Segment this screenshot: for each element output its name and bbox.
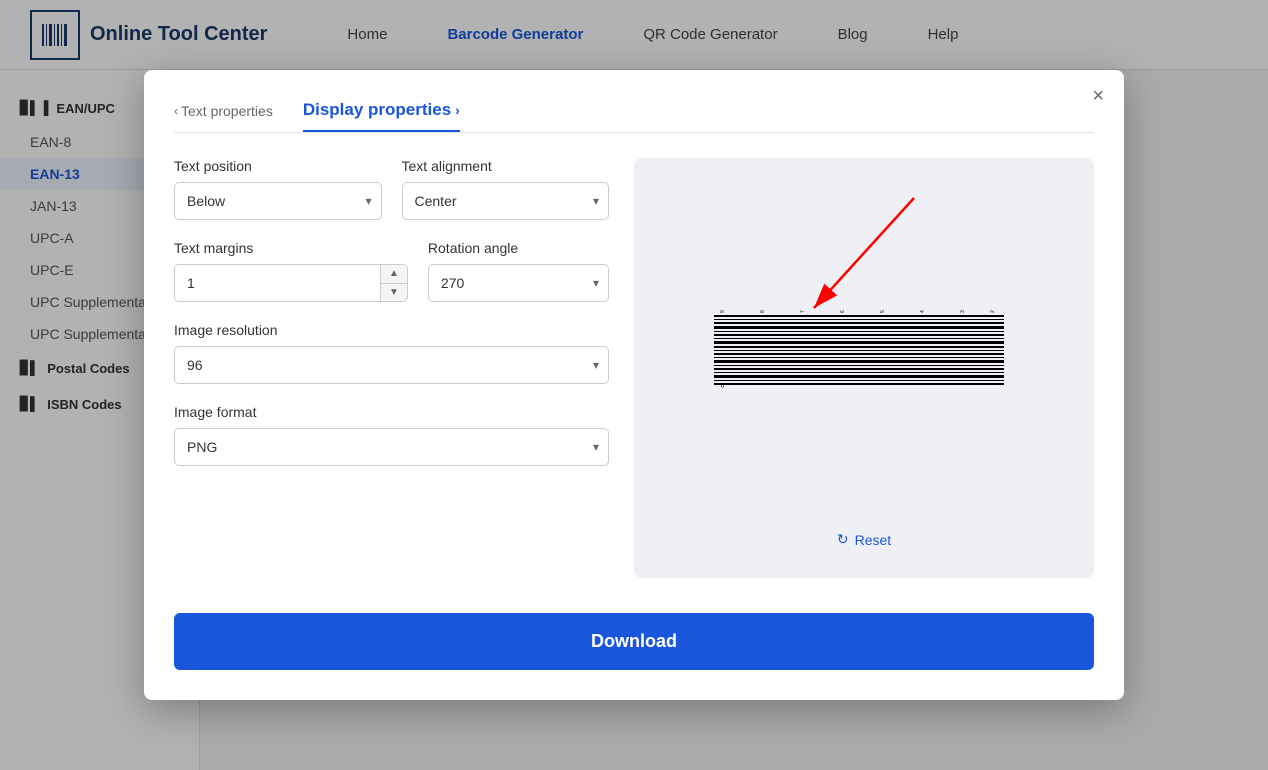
image-resolution-wrapper: 72 96 150 300 ▾ bbox=[174, 346, 609, 384]
form-area: Text position Below Above None ▾ Text al… bbox=[174, 158, 609, 578]
rotation-angle-select[interactable]: 0 90 180 270 bbox=[428, 264, 609, 302]
modal-close-button[interactable]: × bbox=[1092, 85, 1104, 108]
text-alignment-wrapper: Center Left Right ▾ bbox=[402, 182, 610, 220]
rotation-angle-label: Rotation angle bbox=[428, 240, 609, 256]
text-margins-input[interactable] bbox=[175, 265, 380, 301]
image-format-select[interactable]: PNG JPG SVG PDF bbox=[174, 428, 609, 466]
svg-text:2: 2 bbox=[990, 310, 996, 313]
tab-text-properties[interactable]: ‹ Text properties bbox=[174, 103, 273, 129]
reset-button[interactable]: ↻ Reset bbox=[837, 521, 891, 558]
text-alignment-label: Text alignment bbox=[402, 158, 610, 174]
form-group-text-alignment: Text alignment Center Left Right ▾ bbox=[402, 158, 610, 220]
svg-text:4: 4 bbox=[920, 310, 926, 313]
text-margins-spinner: ▲ ▼ bbox=[174, 264, 408, 302]
background-page: Online Tool Center Home Barcode Generato… bbox=[0, 0, 1268, 770]
form-group-image-format: Image format PNG JPG SVG PDF ▾ bbox=[174, 404, 609, 466]
svg-text:6: 6 bbox=[840, 310, 846, 313]
image-format-wrapper: PNG JPG SVG PDF ▾ bbox=[174, 428, 609, 466]
text-position-wrapper: Below Above None ▾ bbox=[174, 182, 382, 220]
modal-content: Text position Below Above None ▾ Text al… bbox=[174, 158, 1094, 578]
form-row-2: Text margins ▲ ▼ Rotation angle bbox=[174, 240, 609, 302]
modal-bottom: Download bbox=[174, 593, 1094, 670]
spin-buttons: ▲ ▼ bbox=[380, 265, 407, 301]
chevron-right-icon: › bbox=[455, 102, 460, 118]
spin-up-button[interactable]: ▲ bbox=[381, 265, 407, 284]
text-position-label: Text position bbox=[174, 158, 382, 174]
spin-down-button[interactable]: ▼ bbox=[381, 284, 407, 302]
form-group-image-resolution: Image resolution 72 96 150 300 ▾ bbox=[174, 322, 609, 384]
svg-text:3: 3 bbox=[960, 310, 966, 313]
svg-text:5: 5 bbox=[880, 310, 886, 313]
text-position-select[interactable]: Below Above None bbox=[174, 182, 382, 220]
modal: × ‹ Text properties Display properties ›… bbox=[144, 70, 1124, 700]
download-button[interactable]: Download bbox=[174, 613, 1094, 670]
form-group-text-position: Text position Below Above None ▾ bbox=[174, 158, 382, 220]
text-alignment-select[interactable]: Center Left Right bbox=[402, 182, 610, 220]
image-resolution-label: Image resolution bbox=[174, 322, 609, 338]
barcode-preview: 9 9 8 7 6 5 4 3 2 bbox=[714, 310, 1014, 390]
svg-text:7: 7 bbox=[800, 310, 806, 313]
form-group-text-margins: Text margins ▲ ▼ bbox=[174, 240, 408, 302]
reset-icon: ↻ bbox=[837, 531, 849, 548]
text-margins-label: Text margins bbox=[174, 240, 408, 256]
svg-text:8: 8 bbox=[760, 310, 766, 313]
chevron-left-icon: ‹ bbox=[174, 104, 178, 118]
barcode-container: 9 9 8 7 6 5 4 3 2 bbox=[654, 178, 1074, 521]
image-resolution-select[interactable]: 72 96 150 300 bbox=[174, 346, 609, 384]
form-group-rotation-angle: Rotation angle 0 90 180 270 ▾ bbox=[428, 240, 609, 302]
tab-display-properties[interactable]: Display properties › bbox=[303, 100, 460, 132]
rotation-angle-wrapper: 0 90 180 270 ▾ bbox=[428, 264, 609, 302]
svg-text:9: 9 bbox=[720, 310, 726, 313]
form-row-1: Text position Below Above None ▾ Text al… bbox=[174, 158, 609, 220]
preview-area: 9 9 8 7 6 5 4 3 2 ↻ Reset bbox=[634, 158, 1094, 578]
image-format-label: Image format bbox=[174, 404, 609, 420]
modal-tabs: ‹ Text properties Display properties › bbox=[174, 100, 1094, 133]
